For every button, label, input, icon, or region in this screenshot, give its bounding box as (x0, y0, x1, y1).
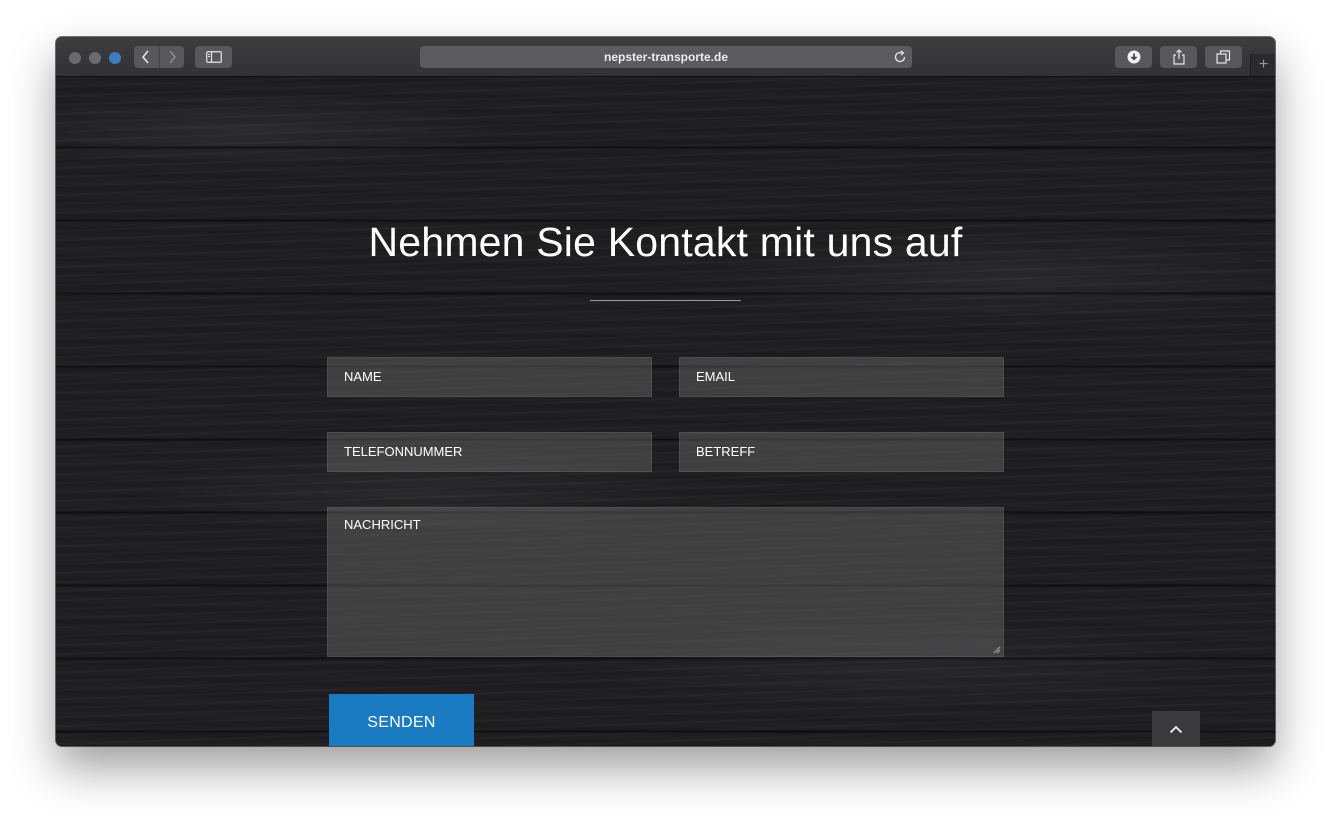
tab-overview-button[interactable] (1205, 46, 1242, 68)
title-divider (590, 300, 741, 301)
chevron-right-icon (169, 50, 176, 64)
phone-placeholder: TELEFONNUMMER (344, 444, 463, 459)
minimize-window-button[interactable] (89, 52, 101, 64)
subject-placeholder: BETREFF (696, 444, 756, 459)
email-placeholder: EMAIL (696, 369, 736, 384)
subject-field[interactable]: BETREFF (679, 432, 1004, 472)
page-content: Nehmen Sie Kontakt mit uns auf NAME EMAI… (56, 77, 1275, 746)
share-button[interactable] (1160, 46, 1197, 68)
send-button[interactable]: SENDEN (329, 694, 474, 746)
address-bar[interactable]: nepster-transporte.de (420, 46, 912, 68)
scroll-to-top-button[interactable] (1152, 711, 1200, 746)
phone-field[interactable]: TELEFONNUMMER (327, 432, 652, 472)
name-placeholder: NAME (344, 369, 382, 384)
message-field[interactable]: NACHRICHT (327, 507, 1004, 657)
email-field[interactable]: EMAIL (679, 357, 1004, 397)
page-title: Nehmen Sie Kontakt mit uns auf (368, 219, 963, 265)
name-field[interactable]: NAME (327, 357, 652, 397)
new-tab-button[interactable]: + (1250, 54, 1275, 76)
browser-window: nepster-transporte.de + Nehmen Sie Konta… (56, 37, 1275, 746)
navigation-buttons (134, 46, 184, 68)
reload-icon[interactable] (893, 50, 907, 64)
share-icon (1172, 49, 1185, 65)
resize-grip-icon[interactable] (993, 646, 1001, 654)
sidebar-button[interactable] (195, 46, 232, 68)
zoom-window-button[interactable] (109, 52, 121, 64)
back-button[interactable] (134, 46, 159, 68)
sidebar-icon (205, 51, 222, 63)
tabs-icon (1216, 50, 1231, 64)
plus-icon: + (1258, 56, 1269, 73)
close-window-button[interactable] (69, 52, 81, 64)
chevron-up-icon (1169, 725, 1183, 733)
download-icon (1127, 50, 1140, 64)
downloads-button[interactable] (1115, 46, 1152, 68)
url-text: nepster-transporte.de (603, 50, 729, 64)
chevron-left-icon (142, 50, 149, 64)
message-placeholder: NACHRICHT (344, 517, 421, 532)
forward-button[interactable] (158, 46, 185, 68)
send-button-label: SENDEN (367, 713, 436, 731)
browser-toolbar: nepster-transporte.de + (56, 37, 1275, 77)
